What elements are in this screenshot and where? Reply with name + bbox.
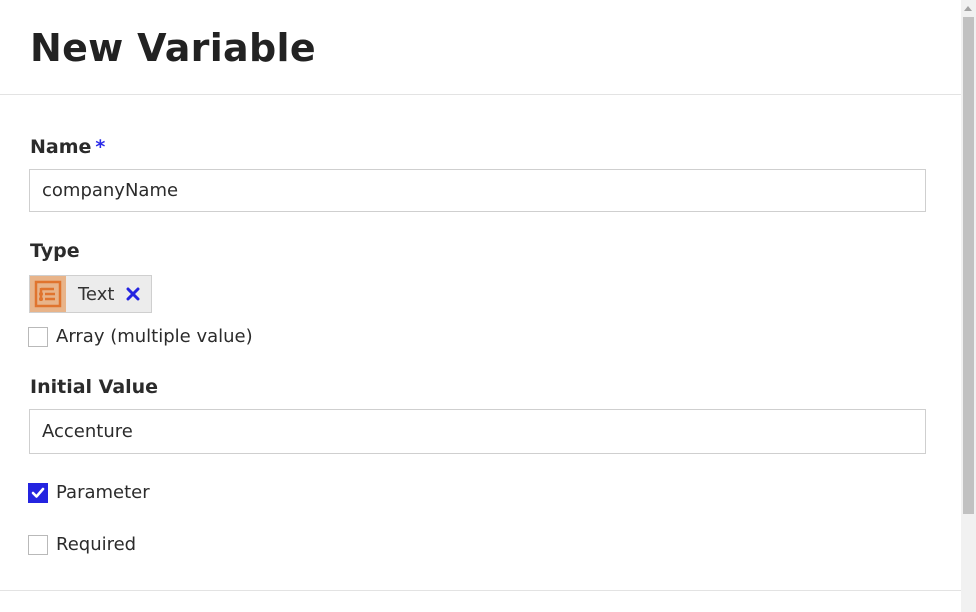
- type-chip-label: Text: [78, 283, 115, 305]
- page-title: New Variable: [30, 26, 316, 70]
- name-input[interactable]: [29, 169, 926, 212]
- array-checkbox[interactable]: [28, 326, 48, 347]
- new-variable-dialog: New Variable Name* Type Text: [0, 0, 961, 612]
- type-chip[interactable]: Text: [29, 275, 152, 313]
- required-checkbox-row[interactable]: Required: [28, 534, 136, 555]
- parameter-checkbox-label: Parameter: [56, 482, 150, 503]
- dialog-header: New Variable: [0, 0, 961, 95]
- initial-value-input[interactable]: [29, 409, 926, 454]
- scrollbar-thumb[interactable]: [963, 17, 974, 514]
- name-label: Name *: [30, 136, 105, 158]
- vertical-scrollbar[interactable]: [961, 0, 976, 612]
- array-checkbox-label: Array (multiple value): [56, 326, 253, 347]
- name-label-text: Name: [30, 136, 92, 158]
- required-checkbox[interactable]: [28, 534, 48, 555]
- initial-value-label: Initial Value: [30, 376, 159, 398]
- required-checkbox-label: Required: [56, 534, 137, 555]
- checkmark-icon: [31, 487, 45, 498]
- footer-divider: [0, 590, 961, 591]
- text-type-icon: [30, 276, 66, 312]
- required-asterisk: *: [95, 136, 106, 158]
- parameter-checkbox-row[interactable]: Parameter: [28, 482, 150, 503]
- close-icon[interactable]: [124, 285, 142, 303]
- parameter-checkbox[interactable]: [28, 482, 48, 503]
- array-checkbox-row[interactable]: Array (multiple value): [28, 326, 253, 347]
- type-label: Type: [30, 240, 80, 262]
- scroll-up-arrow-icon[interactable]: [964, 6, 972, 11]
